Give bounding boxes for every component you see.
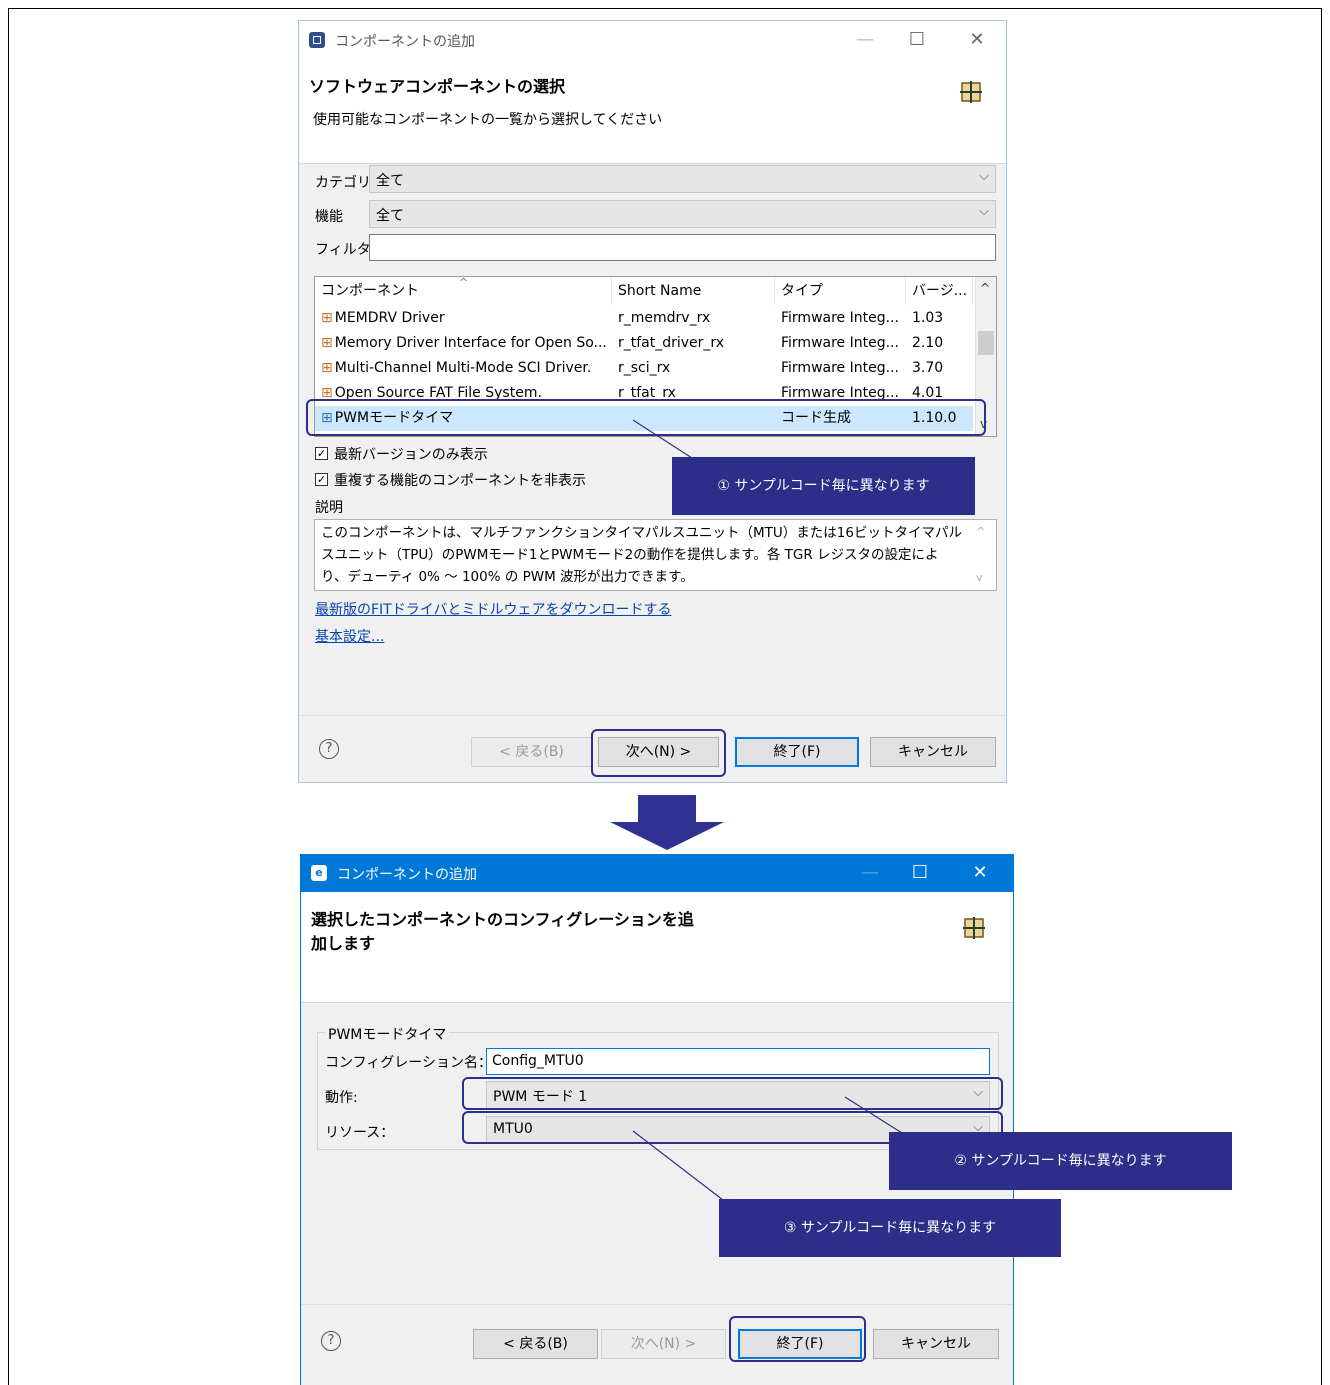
close-icon[interactable]: ✕: [965, 860, 995, 886]
filter-input[interactable]: [369, 234, 996, 261]
page-subtitle: 使用可能なコンポーネントの一覧から選択してください: [313, 112, 663, 128]
row-name: MEMDRV Driver: [334, 310, 445, 326]
basic-settings-link[interactable]: 基本設定...: [315, 626, 384, 646]
titlebar: コンポーネントの追加 — ☐ ✕: [299, 21, 1006, 59]
maximize-icon[interactable]: ☐: [905, 860, 935, 886]
page-title: ソフトウェアコンポーネントの選択: [309, 77, 566, 96]
next-button[interactable]: 次へ(N) >: [601, 1329, 726, 1359]
chevron-down-icon: ⌵: [979, 169, 989, 184]
row-type: Firmware Integ...: [781, 360, 899, 376]
description-text: このコンポーネントは、マルチファンクションタイマパルスユニット（MTU）または1…: [314, 519, 997, 591]
row-short: r_tfat_driver_rx: [618, 335, 725, 351]
cancel-button[interactable]: キャンセル: [873, 1329, 999, 1359]
highlight-selected-row: [306, 399, 986, 436]
row-name: Memory Driver Interface for Open So...: [334, 335, 607, 351]
filter-label: フィルタ: [315, 242, 371, 258]
back-button[interactable]: < 戻る(B): [471, 737, 592, 767]
highlight-finish-button: [729, 1316, 866, 1362]
dialog-footer: ? < 戻る(B) 次へ(N) > 終了(F) キャンセル: [301, 1304, 1013, 1385]
help-icon[interactable]: ?: [321, 1331, 341, 1351]
latest-version-checkbox[interactable]: ✓: [315, 447, 328, 460]
component-grid-icon: [963, 917, 985, 939]
hide-duplicate-checkbox[interactable]: ✓: [315, 473, 328, 486]
config-name-label: コンフィグレーション名：: [325, 1055, 493, 1071]
window-title: コンポーネントの追加: [335, 34, 475, 50]
page-title-line1: 選択したコンポーネントのコンフィグレーションを追: [311, 910, 694, 929]
row-version: 2.10: [912, 335, 944, 351]
scroll-thumb[interactable]: [978, 331, 994, 355]
maximize-icon[interactable]: ☐: [902, 27, 932, 53]
cancel-button[interactable]: キャンセル: [870, 737, 996, 767]
function-label: 機能: [315, 209, 343, 225]
titlebar-active: e コンポーネントの追加 — ☐ ✕: [301, 854, 1013, 892]
component-icon: ⊞: [321, 360, 333, 376]
finish-button[interactable]: 終了(F): [735, 737, 859, 767]
app-icon: [309, 32, 325, 48]
app-icon: e: [311, 865, 327, 881]
help-icon[interactable]: ?: [319, 739, 339, 759]
component-icon: ⊞: [321, 335, 333, 351]
callout-3: ③ サンプルコード毎に異なります: [719, 1199, 1061, 1257]
minimize-icon[interactable]: —: [850, 27, 880, 53]
wizard-header: 選択したコンポーネントのコンフィグレーションを追 加します: [301, 892, 1013, 1003]
column-header-short-name[interactable]: Short Name: [612, 277, 775, 305]
category-label: カテゴリ: [315, 175, 371, 191]
wizard-header: ソフトウェアコンポーネントの選択 使用可能なコンポーネントの一覧から選択してくだ…: [299, 59, 1006, 164]
config-name-value: Config_MTU0: [492, 1053, 584, 1069]
callout-2: ② サンプルコード毎に異なります: [889, 1132, 1232, 1190]
close-icon[interactable]: ✕: [962, 27, 992, 53]
window-title: コンポーネントの追加: [337, 867, 477, 883]
row-version: 1.03: [912, 310, 944, 326]
latest-version-label: 最新バージョンのみ表示: [334, 447, 488, 463]
column-header-type[interactable]: タイプ: [775, 277, 906, 305]
scroll-up-icon[interactable]: ^: [980, 281, 990, 295]
table-row[interactable]: ⊞ Multi-Channel Multi-Mode SCI Driver. r_…: [315, 356, 973, 381]
row-type: Firmware Integ...: [781, 310, 899, 326]
table-row[interactable]: ⊞ MEMDRV Driver r_memdrv_rx Firmware Inte…: [315, 306, 973, 331]
row-type: Firmware Integ...: [781, 335, 899, 351]
minimize-icon[interactable]: —: [855, 860, 885, 886]
download-link[interactable]: 最新版のFITドライバとミドルウェアをダウンロードする: [315, 599, 671, 619]
component-icon: ⊞: [321, 310, 333, 326]
row-name: Multi-Channel Multi-Mode SCI Driver.: [334, 360, 592, 376]
row-version: 3.70: [912, 360, 944, 376]
highlight-operation: [462, 1077, 1003, 1110]
chevron-down-icon: ⌵: [979, 204, 989, 219]
function-value: 全て: [376, 208, 404, 224]
operation-label: 動作:: [325, 1090, 358, 1106]
hide-duplicate-label: 重複する機能のコンポーネントを非表示: [334, 473, 586, 489]
category-select[interactable]: 全て ⌵: [369, 165, 996, 193]
description-label: 説明: [315, 500, 343, 516]
callout-1: ① サンプルコード毎に異なります: [672, 457, 975, 515]
sort-asc-icon: ^: [459, 276, 469, 289]
row-short: r_memdrv_rx: [618, 310, 711, 326]
group-label: PWMモードタイマ: [325, 1024, 450, 1044]
back-button[interactable]: < 戻る(B): [473, 1329, 598, 1359]
resource-label: リソース：: [325, 1125, 395, 1141]
page-title-line2: 加します: [311, 934, 376, 953]
desc-scroll-down-icon[interactable]: v: [976, 571, 983, 584]
desc-scroll-up-icon[interactable]: ^: [976, 525, 985, 538]
config-name-input[interactable]: Config_MTU0: [486, 1048, 990, 1075]
table-row[interactable]: ⊞ Memory Driver Interface for Open So... …: [315, 331, 973, 356]
column-header-version[interactable]: バージ...: [906, 277, 973, 305]
function-select[interactable]: 全て ⌵: [369, 200, 996, 228]
component-grid-icon: [960, 81, 982, 103]
row-short: r_sci_rx: [618, 360, 671, 376]
highlight-next-button: [591, 729, 726, 777]
category-value: 全て: [376, 173, 404, 189]
